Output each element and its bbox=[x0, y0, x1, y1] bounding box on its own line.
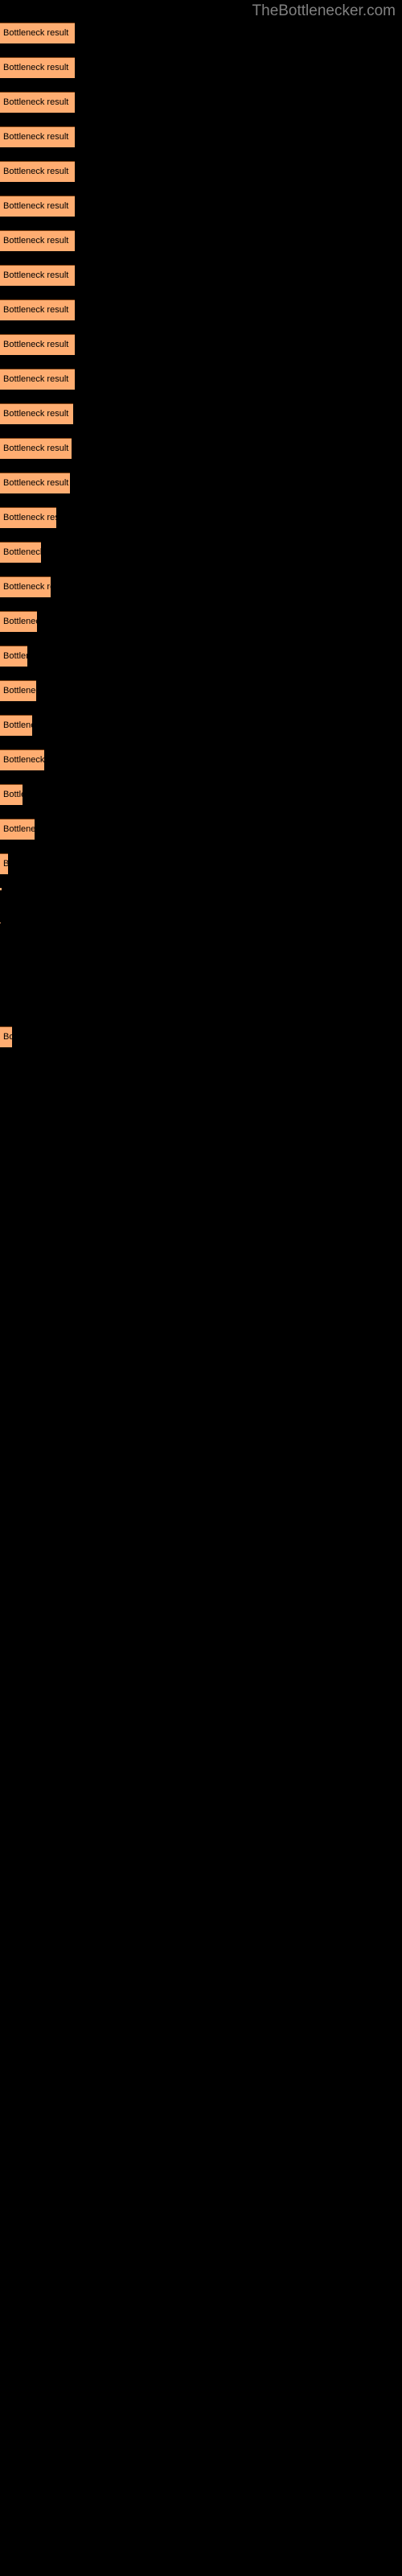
bottleneck-chart: TheBottlenecker.com Bottleneck result Bot… bbox=[0, 0, 402, 2576]
bar-segment bbox=[0, 646, 27, 667]
bar-segment bbox=[0, 230, 75, 251]
bar-segment bbox=[0, 299, 75, 320]
bar-row: Bottleneck resu bbox=[0, 507, 402, 528]
bar-row: Bottleneck bbox=[0, 542, 402, 563]
bar-row: Bo bbox=[0, 1026, 402, 1047]
bar-segment bbox=[0, 161, 75, 182]
bar-row: B bbox=[0, 853, 402, 874]
bar-row: Bottlened bbox=[0, 819, 402, 840]
bar-segment bbox=[0, 542, 41, 563]
bar-row: Bottleneck result bbox=[0, 403, 402, 424]
bar-row: Bottleneck result bbox=[0, 334, 402, 355]
bar-row: Bottlenec bbox=[0, 680, 402, 701]
bar-row: Bottleneck result bbox=[0, 161, 402, 182]
bar-segment bbox=[0, 1026, 12, 1047]
bar-segment bbox=[0, 715, 32, 736]
bar-segment bbox=[0, 126, 75, 147]
bar-segment bbox=[0, 92, 75, 113]
bar-row: Bottleneck result bbox=[0, 23, 402, 43]
bar-segment bbox=[0, 403, 73, 424]
bar-row: Bottleneck result bbox=[0, 196, 402, 217]
bar-segment bbox=[0, 784, 23, 805]
bar-segment bbox=[0, 853, 8, 874]
bar-row: Bottleneck result bbox=[0, 299, 402, 320]
bar-segment bbox=[0, 438, 72, 459]
bar-segment bbox=[0, 611, 37, 632]
bar-row: Bottle bbox=[0, 784, 402, 805]
bar-row: Bottleneck result bbox=[0, 126, 402, 147]
bar-row bbox=[0, 888, 402, 890]
bar-segment bbox=[0, 749, 44, 770]
bar-segment bbox=[0, 819, 35, 840]
bar-row: Bottleneck result bbox=[0, 265, 402, 286]
bar-row: Bottleneck res bbox=[0, 576, 402, 597]
bar-row: Bottleneck result bbox=[0, 473, 402, 493]
bar-segment bbox=[0, 473, 70, 493]
bar-row: Bottleneck result bbox=[0, 438, 402, 459]
bar-row: Bottleneck result bbox=[0, 57, 402, 78]
bar-row: Bottleneck result bbox=[0, 230, 402, 251]
bar-segment bbox=[0, 680, 36, 701]
bars-layer: Bottleneck result Bottleneck result Bottle… bbox=[0, 0, 402, 2576]
bar-segment bbox=[0, 369, 75, 390]
bar-row: Bottlene bbox=[0, 715, 402, 736]
bar-row: Bottleneck result bbox=[0, 369, 402, 390]
bar-row: Bottler bbox=[0, 646, 402, 667]
bar-row: Bottlenec bbox=[0, 611, 402, 632]
bar-segment bbox=[0, 23, 75, 43]
bar-segment bbox=[0, 265, 75, 286]
bar-row: Bottleneck r bbox=[0, 749, 402, 770]
bar-segment bbox=[0, 888, 2, 890]
bar-segment bbox=[0, 196, 75, 217]
bar-segment bbox=[0, 57, 75, 78]
bar-row: Bottleneck result bbox=[0, 92, 402, 113]
bar-segment bbox=[0, 576, 51, 597]
bar-segment bbox=[0, 507, 56, 528]
bar-segment bbox=[0, 334, 75, 355]
